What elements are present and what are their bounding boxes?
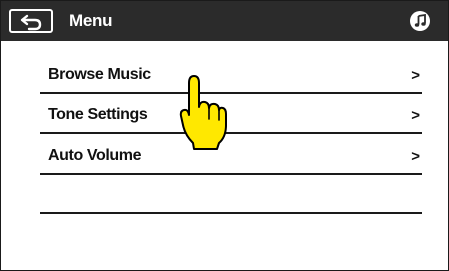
- menu-item-tone-settings[interactable]: Tone Settings >: [40, 100, 422, 134]
- back-button[interactable]: [9, 9, 53, 33]
- header-bar: Menu: [1, 1, 448, 41]
- menu-item-label: Browse Music: [48, 66, 151, 83]
- device-screen: Menu Browse Music > Tone Settings > Auto…: [0, 0, 449, 271]
- chevron-right-icon: >: [411, 107, 420, 124]
- chevron-right-icon: >: [411, 148, 420, 165]
- back-arrow-icon: [20, 14, 42, 31]
- music-button[interactable]: [410, 11, 430, 31]
- menu-item-label: Tone Settings: [48, 106, 148, 123]
- menu-item-auto-volume[interactable]: Auto Volume >: [40, 141, 422, 175]
- menu-item-browse-music[interactable]: Browse Music >: [40, 60, 422, 94]
- page-title: Menu: [69, 11, 113, 30]
- empty-menu-row: [40, 212, 422, 214]
- menu-item-label: Auto Volume: [48, 147, 142, 164]
- music-note-icon: [414, 14, 426, 27]
- chevron-right-icon: >: [411, 67, 420, 84]
- pointing-hand-icon: [179, 75, 227, 150]
